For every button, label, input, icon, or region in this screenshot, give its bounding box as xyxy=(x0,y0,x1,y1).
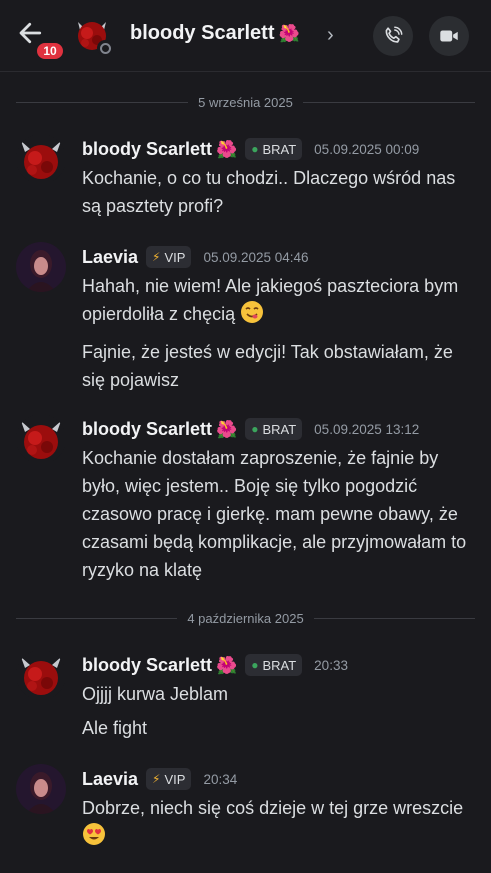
avatar[interactable] xyxy=(16,134,66,184)
hibiscus-icon: 🌺 xyxy=(216,139,238,159)
hibiscus-icon: 🌺 xyxy=(278,24,300,43)
chat-header: 10 bloody Scarlett 🌺 › xyxy=(0,0,491,72)
author-name[interactable]: Laevia xyxy=(82,769,138,790)
timestamp: 05.09.2025 04:46 xyxy=(203,249,309,265)
video-camera-icon xyxy=(440,30,458,42)
role-tag[interactable]: ⚡ VIP xyxy=(146,768,192,790)
message-text: Hahah, nie wiem! Ale jakiegoś pasztecior… xyxy=(82,272,472,332)
role-tag[interactable]: ● BRAT xyxy=(245,138,303,160)
timestamp: 20:33 xyxy=(314,657,348,673)
author-name[interactable]: bloody Scarlett xyxy=(82,655,212,676)
role-tag[interactable]: ⚡ VIP xyxy=(146,246,192,268)
lightning-icon: ⚡ xyxy=(152,772,161,786)
voice-call-button[interactable] xyxy=(373,16,413,56)
avatar[interactable] xyxy=(16,414,66,464)
phone-icon xyxy=(385,26,403,43)
date-divider: 4 października 2025 xyxy=(16,608,476,628)
leaf-icon: ● xyxy=(251,658,259,672)
leaf-icon: ● xyxy=(251,142,259,156)
hibiscus-icon: 🌺 xyxy=(216,419,238,439)
timestamp: 05.09.2025 00:09 xyxy=(314,141,420,157)
author-name[interactable]: bloody Scarlett xyxy=(82,419,212,440)
message-text: Ojjjj kurwa Jeblam xyxy=(82,684,229,704)
leaf-icon: ● xyxy=(251,422,259,436)
lightning-icon: ⚡ xyxy=(152,250,161,264)
avatar[interactable] xyxy=(16,650,66,700)
heart-eyes-icon xyxy=(82,822,106,854)
timestamp: 05.09.2025 13:12 xyxy=(314,421,420,437)
page-title[interactable]: bloody Scarlett 🌺 xyxy=(130,22,300,45)
message-text: Kochanie, o co tu chodzi.. Dlaczego wśró… xyxy=(82,168,456,216)
author-name[interactable]: bloody Scarlett xyxy=(82,139,212,160)
unread-badge: 10 xyxy=(34,40,66,62)
message-text: Dobrze, niech się coś dzieje w tej grze … xyxy=(82,794,472,854)
timestamp: 20:34 xyxy=(203,771,238,787)
avatar[interactable] xyxy=(16,764,66,814)
hibiscus-icon: 🌺 xyxy=(216,655,238,675)
role-tag[interactable]: ● BRAT xyxy=(245,654,303,676)
avatar[interactable] xyxy=(16,242,66,292)
author-name[interactable]: Laevia xyxy=(82,247,138,268)
message-text: Kochanie dostałam zaproszenie, że fajnie… xyxy=(82,448,467,580)
video-call-button[interactable] xyxy=(429,16,469,56)
message-text: Ale fight xyxy=(82,718,148,738)
date-divider: 5 września 2025 xyxy=(16,92,476,112)
role-tag[interactable]: ● BRAT xyxy=(245,418,303,440)
yummy-face-icon xyxy=(240,300,264,332)
chevron-right-icon[interactable]: › xyxy=(327,24,334,47)
offline-status-icon xyxy=(97,40,113,56)
message-text: Fajnie, że jesteś w edycji! Tak obstawia… xyxy=(82,342,453,390)
